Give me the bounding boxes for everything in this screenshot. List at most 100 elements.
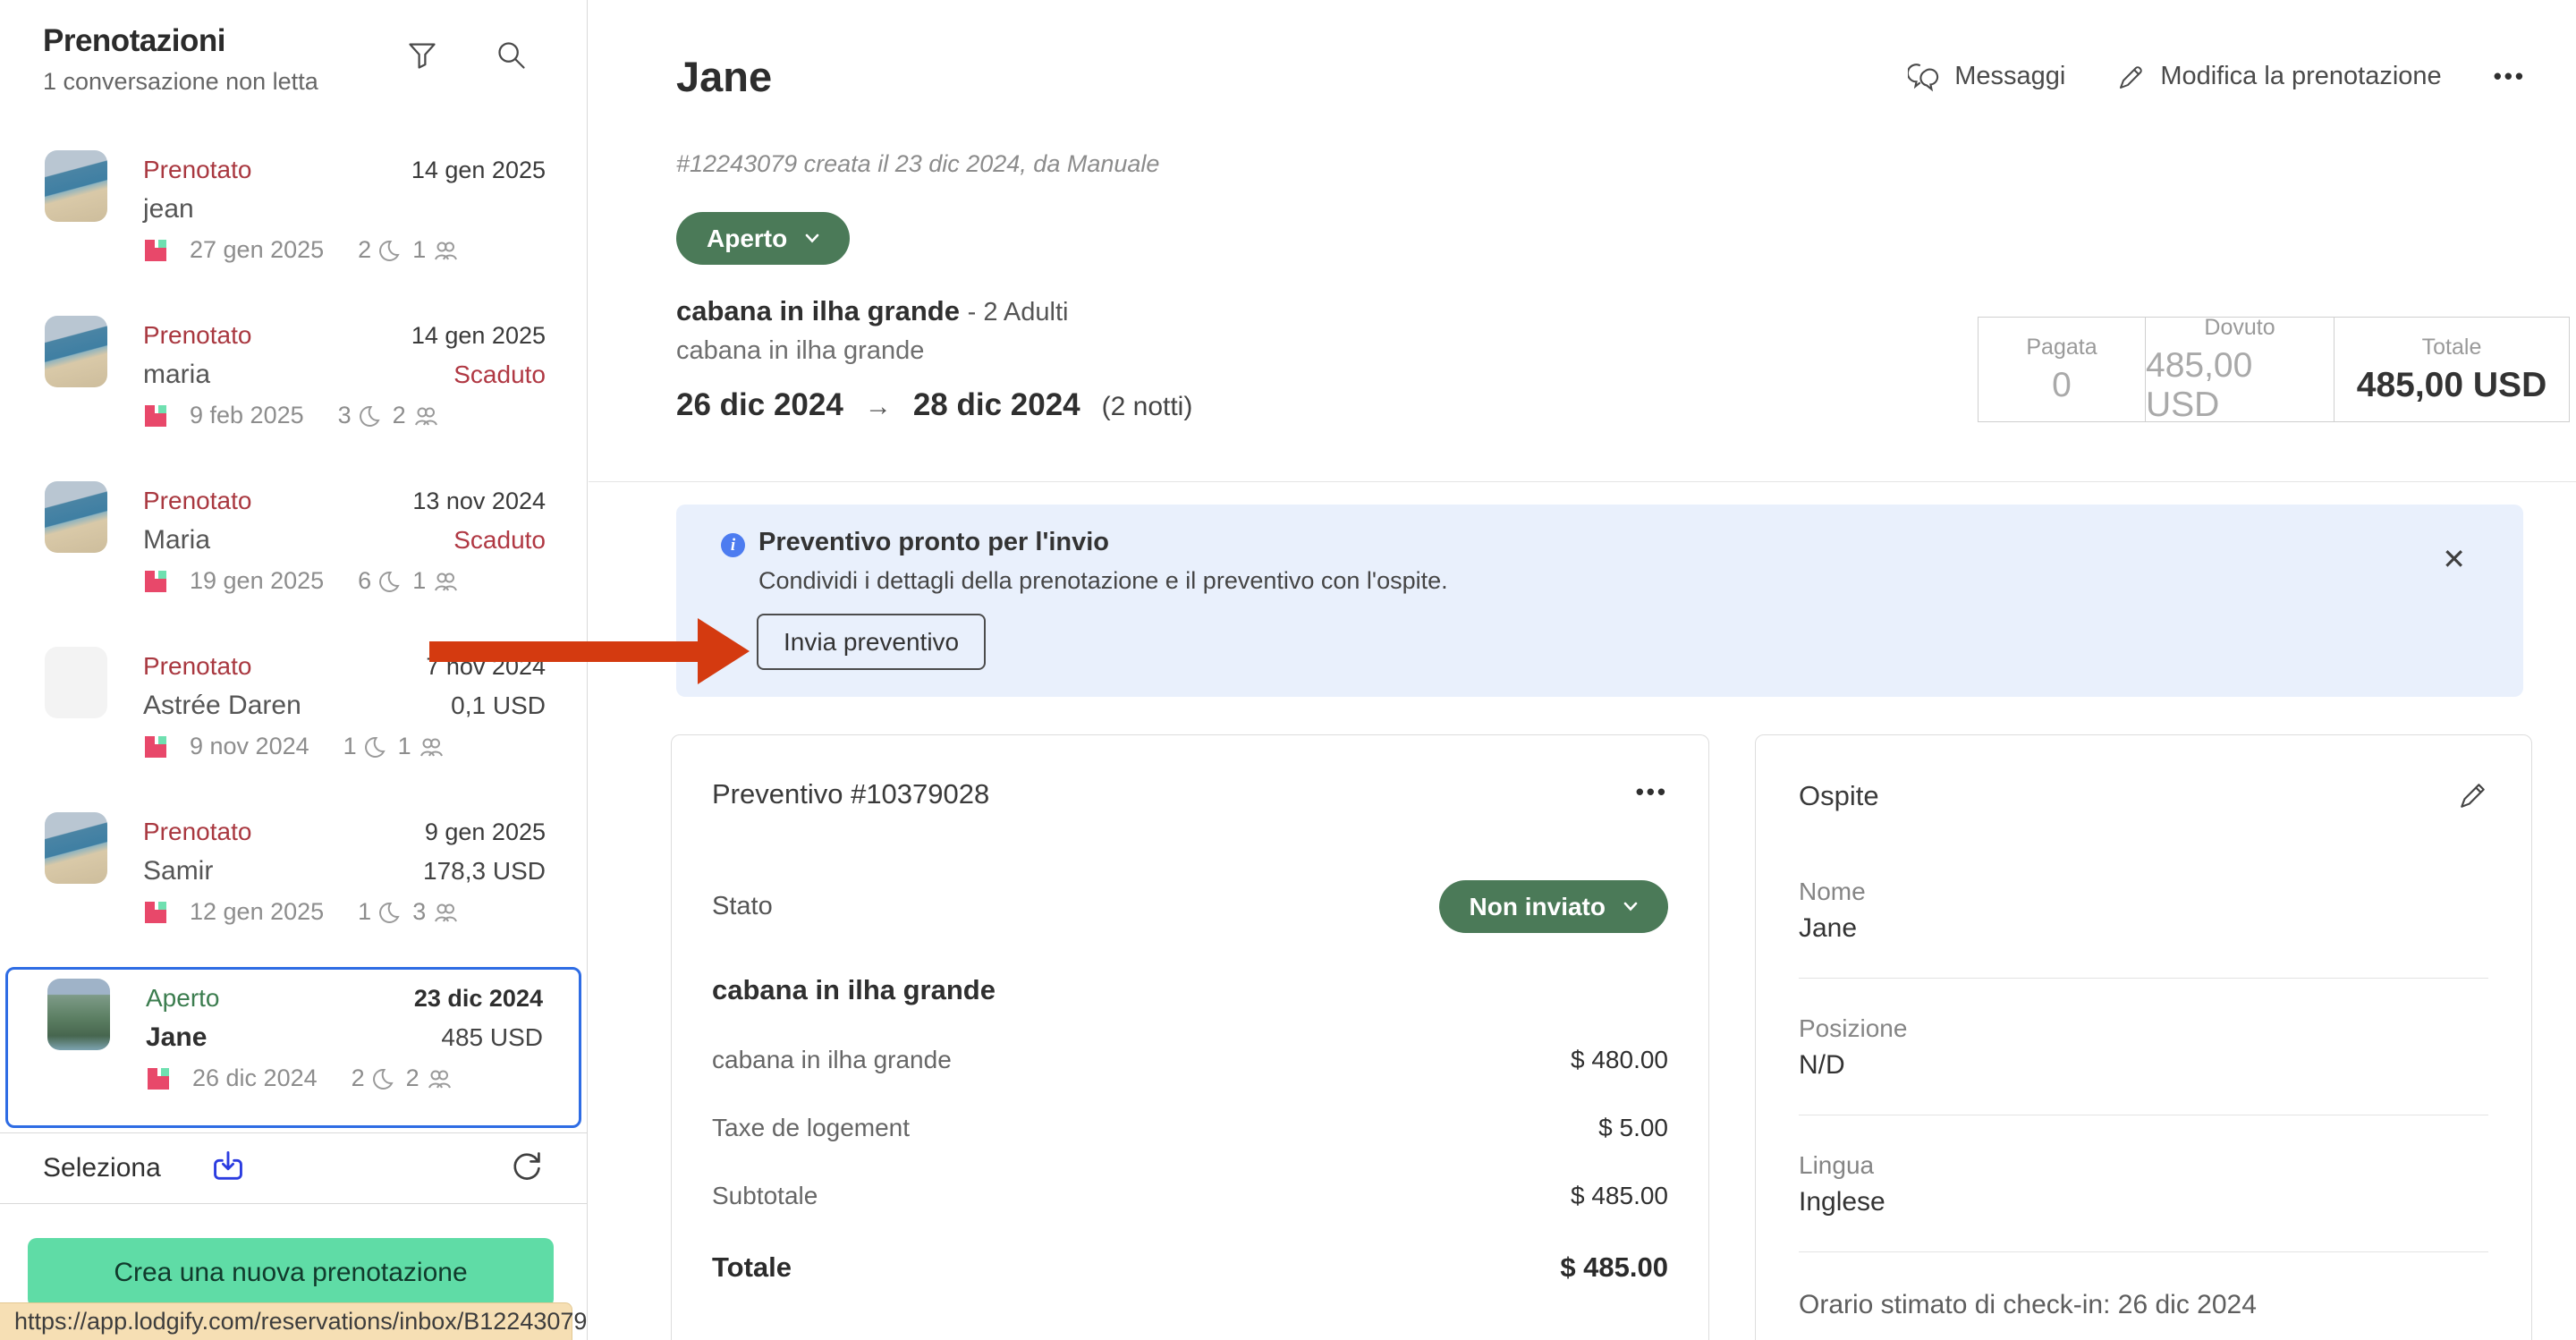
total-cell: Totale 485,00 USD [2334, 318, 2569, 421]
guests-count: 3 [412, 898, 426, 926]
sidebar-header: Prenotazioni 1 conversazione non letta [0, 0, 587, 140]
guest-name: Jane [146, 1018, 207, 1057]
line-item-label: cabana in ilha grande [712, 1046, 952, 1074]
quote-title: Preventivo #10379028 [712, 778, 989, 810]
moon-icon [372, 1067, 395, 1090]
create-reservation-button[interactable]: Crea una nuova prenotazione [28, 1238, 554, 1308]
filter-icon[interactable] [406, 39, 438, 72]
guest-language-label: Lingua [1799, 1151, 2488, 1180]
quote-card: Preventivo #10379028 ••• Stato Non invia… [671, 734, 1709, 1340]
booking-amount: 0,1 USD [451, 686, 546, 725]
booking-date: 13 nov 2024 [412, 481, 546, 521]
booking-glyph-icon [143, 569, 168, 594]
divider [1799, 978, 2488, 979]
paid-cell: Pagata 0 [1979, 318, 2145, 421]
unread-count: 1 conversazione non letta [43, 68, 546, 96]
status-badge: Prenotato [143, 481, 251, 521]
guests-icon [433, 239, 458, 262]
edit-label: Modifica la prenotazione [2160, 62, 2441, 91]
guest-location-value: N/D [1799, 1050, 2488, 1081]
guest-language-value: Inglese [1799, 1187, 2488, 1217]
paid-label: Pagata [2026, 335, 2097, 360]
nights-count: 2 [352, 1064, 365, 1092]
status-badge: Aperto [146, 979, 220, 1018]
download-icon[interactable] [210, 1149, 246, 1188]
send-quote-button[interactable]: Invia preventivo [757, 614, 986, 670]
property-thumbnail [45, 812, 107, 884]
list-item[interactable]: Prenotato 9 gen 2025 Samir 178,3 USD 12 … [0, 801, 587, 967]
checkin-date: 26 dic 2024 [192, 1064, 318, 1092]
moon-icon [378, 901, 402, 924]
checkin-note: Orario stimato di check-in: 26 dic 2024 [1799, 1290, 2488, 1320]
room-name: cabana in ilha grande [676, 336, 1192, 366]
list-item[interactable]: Prenotato 14 gen 2025 jean 27 gen 2025 2… [0, 140, 587, 305]
select-label[interactable]: Seleziona [43, 1153, 210, 1183]
close-icon[interactable]: ✕ [2442, 542, 2466, 576]
moon-icon [378, 570, 402, 593]
quote-total-row: Totale $ 485.00 [712, 1251, 1668, 1284]
refresh-icon[interactable] [510, 1149, 544, 1188]
total-label: Totale [2422, 335, 2482, 360]
list-item-selected[interactable]: Aperto 23 dic 2024 Jane 485 USD 26 dic 2… [5, 967, 581, 1128]
list-item[interactable]: Prenotato 14 gen 2025 maria Scaduto 9 fe… [0, 305, 587, 471]
property-name: cabana in ilha grande [676, 295, 960, 327]
guests-icon [413, 404, 438, 428]
total-value: 485,00 USD [2357, 366, 2546, 405]
more-options-button[interactable]: ••• [2494, 63, 2526, 90]
line-item-amount: $ 480.00 [1571, 1046, 1668, 1074]
list-item[interactable]: Prenotato 13 nov 2024 Maria Scaduto 19 g… [0, 471, 587, 636]
checkin-date: 9 feb 2025 [190, 402, 304, 429]
checkout-date: 28 dic 2024 [913, 387, 1080, 423]
section-divider [589, 481, 2576, 482]
quote-line-item: Taxe de logement $ 5.00 [712, 1114, 1668, 1142]
status-badge: Prenotato [143, 150, 251, 190]
guests-icon [433, 570, 458, 593]
status-badge: Prenotato [143, 316, 251, 355]
booking-amount: 178,3 USD [423, 852, 546, 891]
checkin-date: 19 gen 2025 [190, 567, 324, 595]
paid-value: 0 [2052, 366, 2072, 405]
list-item[interactable]: Prenotato 7 nov 2024 Astrée Daren 0,1 US… [0, 636, 587, 801]
nights-count: 1 [343, 733, 357, 760]
checkin-date: 12 gen 2025 [190, 898, 324, 926]
booking-glyph-icon [143, 403, 168, 428]
reservations-app: Prenotazioni 1 conversazione non letta P… [0, 0, 2576, 1340]
banner-title: Preventivo pronto per l'invio [758, 528, 1109, 557]
guests-count: 1 [398, 733, 411, 760]
quote-more-button[interactable]: ••• [1636, 778, 1668, 806]
due-cell: Dovuto 485,00 USD [2145, 318, 2334, 421]
guests-icon [419, 735, 444, 759]
guests-count: 2 [393, 402, 406, 429]
messages-label: Messaggi [1954, 62, 2065, 91]
guest-name: Samir [143, 852, 213, 891]
checkin-date: 26 dic 2024 [676, 387, 843, 423]
divider [1799, 1251, 2488, 1252]
edit-reservation-button[interactable]: Modifica la prenotazione [2117, 62, 2441, 91]
page-title: Jane [676, 52, 772, 101]
edit-guest-icon[interactable] [2458, 780, 2488, 815]
reservation-status-label: Aperto [707, 225, 787, 253]
guests-count: 1 [412, 567, 426, 595]
guest-card: Ospite Nome Jane Posizione N/D Lingua In… [1755, 734, 2532, 1340]
reservations-sidebar: Prenotazioni 1 conversazione non letta P… [0, 0, 588, 1340]
expired-badge: Scaduto [453, 521, 546, 560]
nights-count: 3 [338, 402, 352, 429]
booking-glyph-icon [146, 1066, 171, 1091]
search-icon[interactable] [496, 39, 528, 72]
reservation-status-dropdown[interactable]: Aperto [676, 212, 850, 265]
banner-subtitle: Condividi i dettagli della prenotazione … [758, 567, 1448, 595]
reservation-list: Prenotato 14 gen 2025 jean 27 gen 2025 2… [0, 140, 587, 1128]
booking-date: 14 gen 2025 [411, 316, 546, 355]
messages-button[interactable]: Messaggi [1908, 62, 2065, 92]
reservation-meta: #12243079 creata il 23 dic 2024, da Manu… [676, 150, 1159, 178]
payment-summary: Pagata 0 Dovuto 485,00 USD Totale 485,00… [1978, 317, 2570, 422]
nights-count: 6 [358, 567, 371, 595]
occupancy: - 2 Adulti [968, 298, 1069, 327]
chat-icon [1908, 62, 1940, 92]
line-item-amount: $ 485.00 [1571, 1182, 1668, 1210]
quote-line-item: Subtotale $ 485.00 [712, 1182, 1668, 1210]
quote-status-dropdown[interactable]: Non inviato [1439, 880, 1668, 933]
guests-count: 1 [412, 236, 426, 264]
info-icon: i [721, 533, 745, 557]
expired-badge: Scaduto [453, 355, 546, 394]
